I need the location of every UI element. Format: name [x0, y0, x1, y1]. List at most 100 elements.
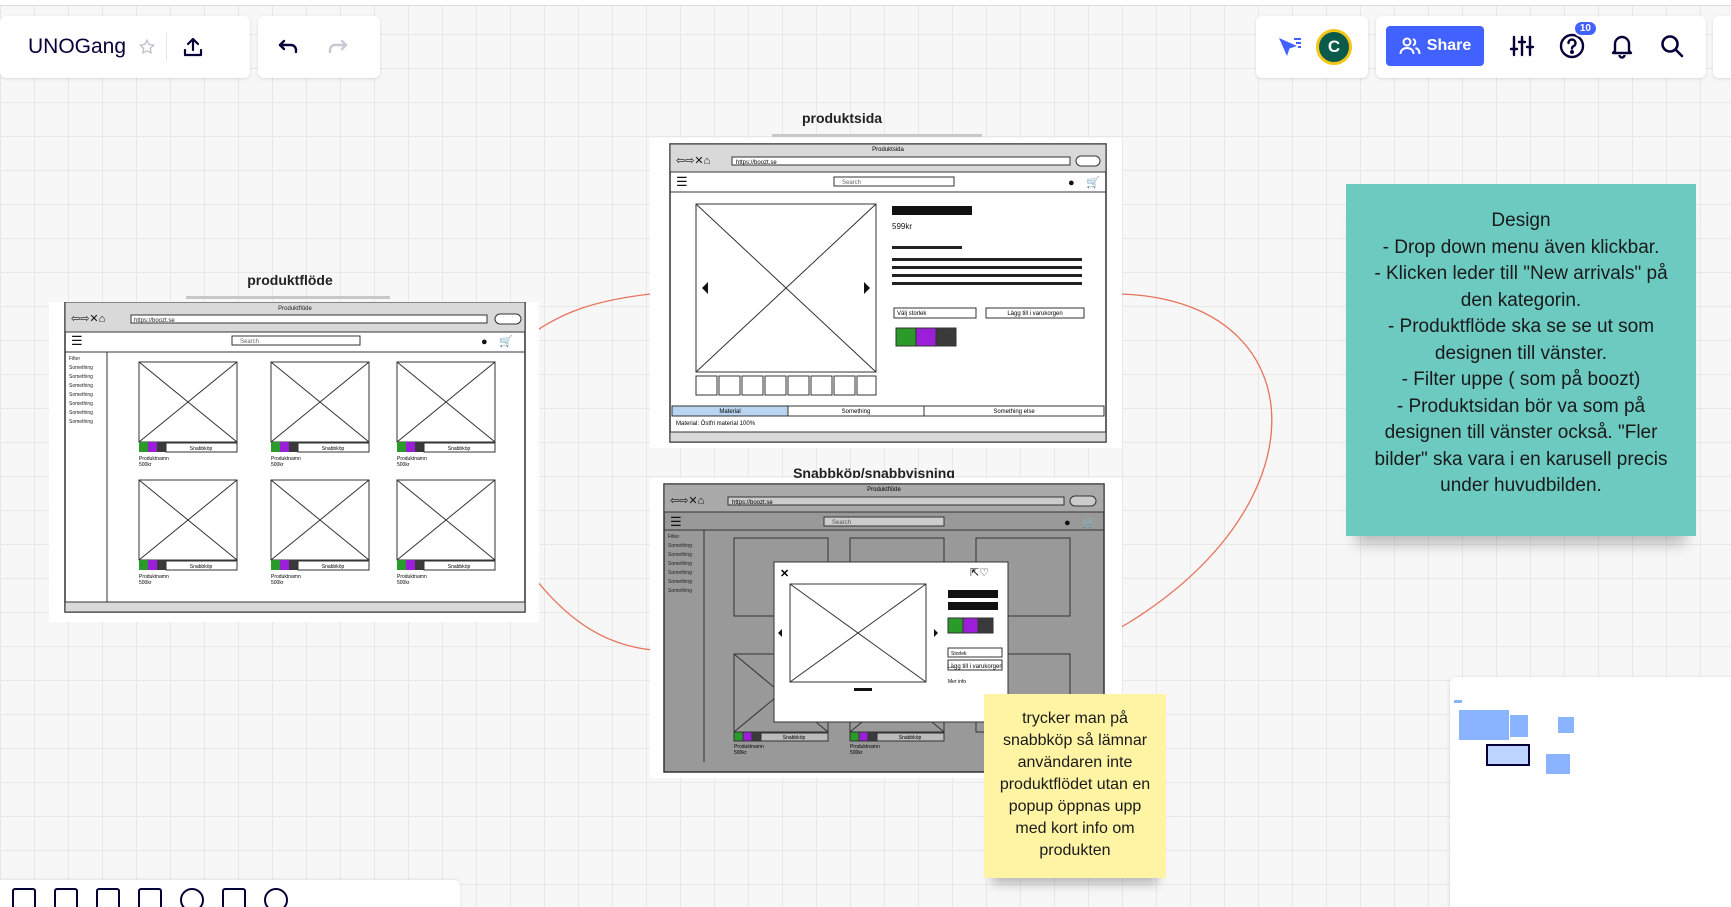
svg-text:Something: Something [668, 579, 692, 585]
minimap-frame-e [1546, 754, 1570, 774]
fullscreen-icon[interactable] [138, 888, 162, 907]
settings-icon[interactable] [1502, 26, 1542, 66]
svg-text:500kr: 500kr [734, 750, 747, 756]
color-swatches [895, 327, 957, 347]
product-tabs: Material Something Something else [671, 405, 1105, 417]
sticky-note-snabbkop[interactable]: trycker man på snabbköp så lämnar använd… [984, 694, 1166, 878]
search-placeholder: Search [240, 339, 259, 345]
popup-share-heart-icon: ⇱♡ [970, 567, 989, 579]
star-icon[interactable] [134, 27, 160, 67]
svg-text:500kr: 500kr [850, 750, 863, 756]
redo-icon[interactable] [318, 27, 358, 67]
upload-icon[interactable] [173, 27, 213, 67]
svg-text:Something: Something [842, 409, 871, 415]
user-avatar[interactable]: C [1316, 29, 1352, 65]
bottom-toolbar [0, 880, 460, 907]
user-icon: ● [481, 336, 488, 348]
collab-panel: C [1256, 16, 1368, 78]
svg-text:500kr: 500kr [271, 580, 284, 586]
undo-icon[interactable] [268, 27, 308, 67]
board-name[interactable]: UNOGang [20, 35, 134, 59]
window-title: Produktflöde [867, 487, 901, 493]
popup-add-to-cart: Lägg till i varukorgen [947, 664, 1002, 670]
comments-icon[interactable] [54, 888, 78, 907]
svg-text:Something: Something [668, 543, 692, 549]
svg-text:Snabbköp: Snabbköp [190, 564, 213, 570]
popup-close-icon: ✕ [780, 568, 789, 580]
svg-text:Snabbköp: Snabbköp [322, 446, 345, 452]
hamburger-icon: ☰ [676, 174, 688, 189]
svg-text:500kr: 500kr [271, 462, 284, 468]
svg-text:Something: Something [668, 588, 692, 594]
help-icon[interactable]: 10 [1552, 20, 1598, 66]
nav-arrows-icon: ⇦⇨✕⌂ [71, 313, 105, 325]
svg-text:Something: Something [69, 374, 93, 380]
svg-text:Something else: Something else [993, 409, 1035, 415]
svg-text:Filter: Filter [668, 534, 679, 540]
svg-text:500kr: 500kr [397, 462, 410, 468]
hamburger-icon: ☰ [71, 333, 83, 348]
svg-text:Snabbköp: Snabbköp [899, 735, 922, 741]
frame-title-underline [186, 296, 390, 299]
share-people-icon [1399, 37, 1421, 55]
mockup-produktsida[interactable]: Produktsida ⇦⇨✕⌂ https://boozt.se ☰ Sear… [650, 138, 1122, 448]
minimap-frame-b [1459, 710, 1509, 740]
svg-text:Välj storlek: Välj storlek [897, 311, 927, 317]
svg-text:Snabbköp: Snabbköp [190, 446, 213, 452]
top-edge [0, 0, 1731, 6]
svg-text:Snabbköp: Snabbköp [783, 735, 806, 741]
svg-text:500kr: 500kr [139, 462, 152, 468]
frame-title-produktsida: produktsida [801, 110, 883, 126]
svg-text:Something: Something [69, 419, 93, 425]
url-text: https://boozt.se [732, 500, 773, 506]
minimap-frame-c [1510, 715, 1528, 737]
board-title-panel: UNOGang [0, 16, 250, 78]
url-text: https://boozt.se [736, 160, 777, 166]
right-panel-tab[interactable] [1713, 16, 1731, 78]
cart-icon: 🛒 [1086, 176, 1100, 189]
share-button[interactable]: Share [1386, 26, 1484, 66]
popup-more-info: Mer info [948, 679, 966, 685]
nav-arrows-icon: ⇦⇨✕⌂ [670, 495, 704, 507]
cursor-icon[interactable] [1274, 27, 1304, 67]
reaction-icon[interactable] [180, 888, 204, 907]
cart-icon: 🛒 [499, 335, 513, 348]
search-placeholder: Search [842, 180, 861, 186]
product-title-scribble [892, 206, 972, 215]
minimap-viewport [1486, 744, 1530, 766]
minimap-frame-a [1454, 700, 1462, 703]
help-badge: 10 [1572, 20, 1598, 37]
svg-text:500kr: 500kr [397, 580, 410, 586]
frames-list-icon[interactable] [12, 888, 36, 907]
minimap[interactable] [1450, 677, 1731, 907]
svg-text:Something: Something [668, 552, 692, 558]
svg-text:Something: Something [69, 401, 93, 407]
timer-icon[interactable] [264, 888, 288, 907]
svg-text:Something: Something [69, 383, 93, 389]
layout-icon[interactable] [96, 888, 120, 907]
svg-text:Lägg till i varukorgen: Lägg till i varukorgen [1007, 311, 1062, 317]
svg-text:Something: Something [69, 392, 93, 398]
bell-icon[interactable] [1602, 26, 1642, 66]
frame-title-produktflode: produktflöde [247, 272, 333, 288]
video-icon[interactable] [222, 888, 246, 907]
history-panel [258, 16, 380, 78]
product-price: 599kr [892, 222, 912, 231]
separator [166, 33, 168, 61]
sticky-note-design[interactable]: Design - Drop down menu även klickbar. -… [1346, 184, 1696, 536]
cart-icon: 🛒 [1082, 516, 1096, 529]
search-placeholder: Search [832, 520, 851, 526]
main-product-image [695, 203, 877, 373]
user-icon: ● [1068, 177, 1075, 189]
share-label: Share [1426, 37, 1472, 54]
svg-text:Filter: Filter [69, 356, 80, 362]
connector-flode-to-sida [519, 293, 651, 344]
url-text: https://boozt.se [134, 318, 175, 324]
svg-text:Something: Something [668, 561, 692, 567]
svg-text:Snabbköp: Snabbköp [322, 564, 345, 570]
window-title: Produktsida [872, 147, 904, 153]
mockup-produktflode[interactable]: Produktflöde ⇦⇨✕⌂ https://boozt.se ☰ Sea… [49, 301, 539, 622]
material-text: Material: Östfri material 100% [676, 420, 756, 427]
quick-view-popup: ✕ ⇱♡ Storlek Lägg till i varukorgen Mer … [773, 561, 1009, 723]
search-icon[interactable] [1652, 26, 1692, 66]
